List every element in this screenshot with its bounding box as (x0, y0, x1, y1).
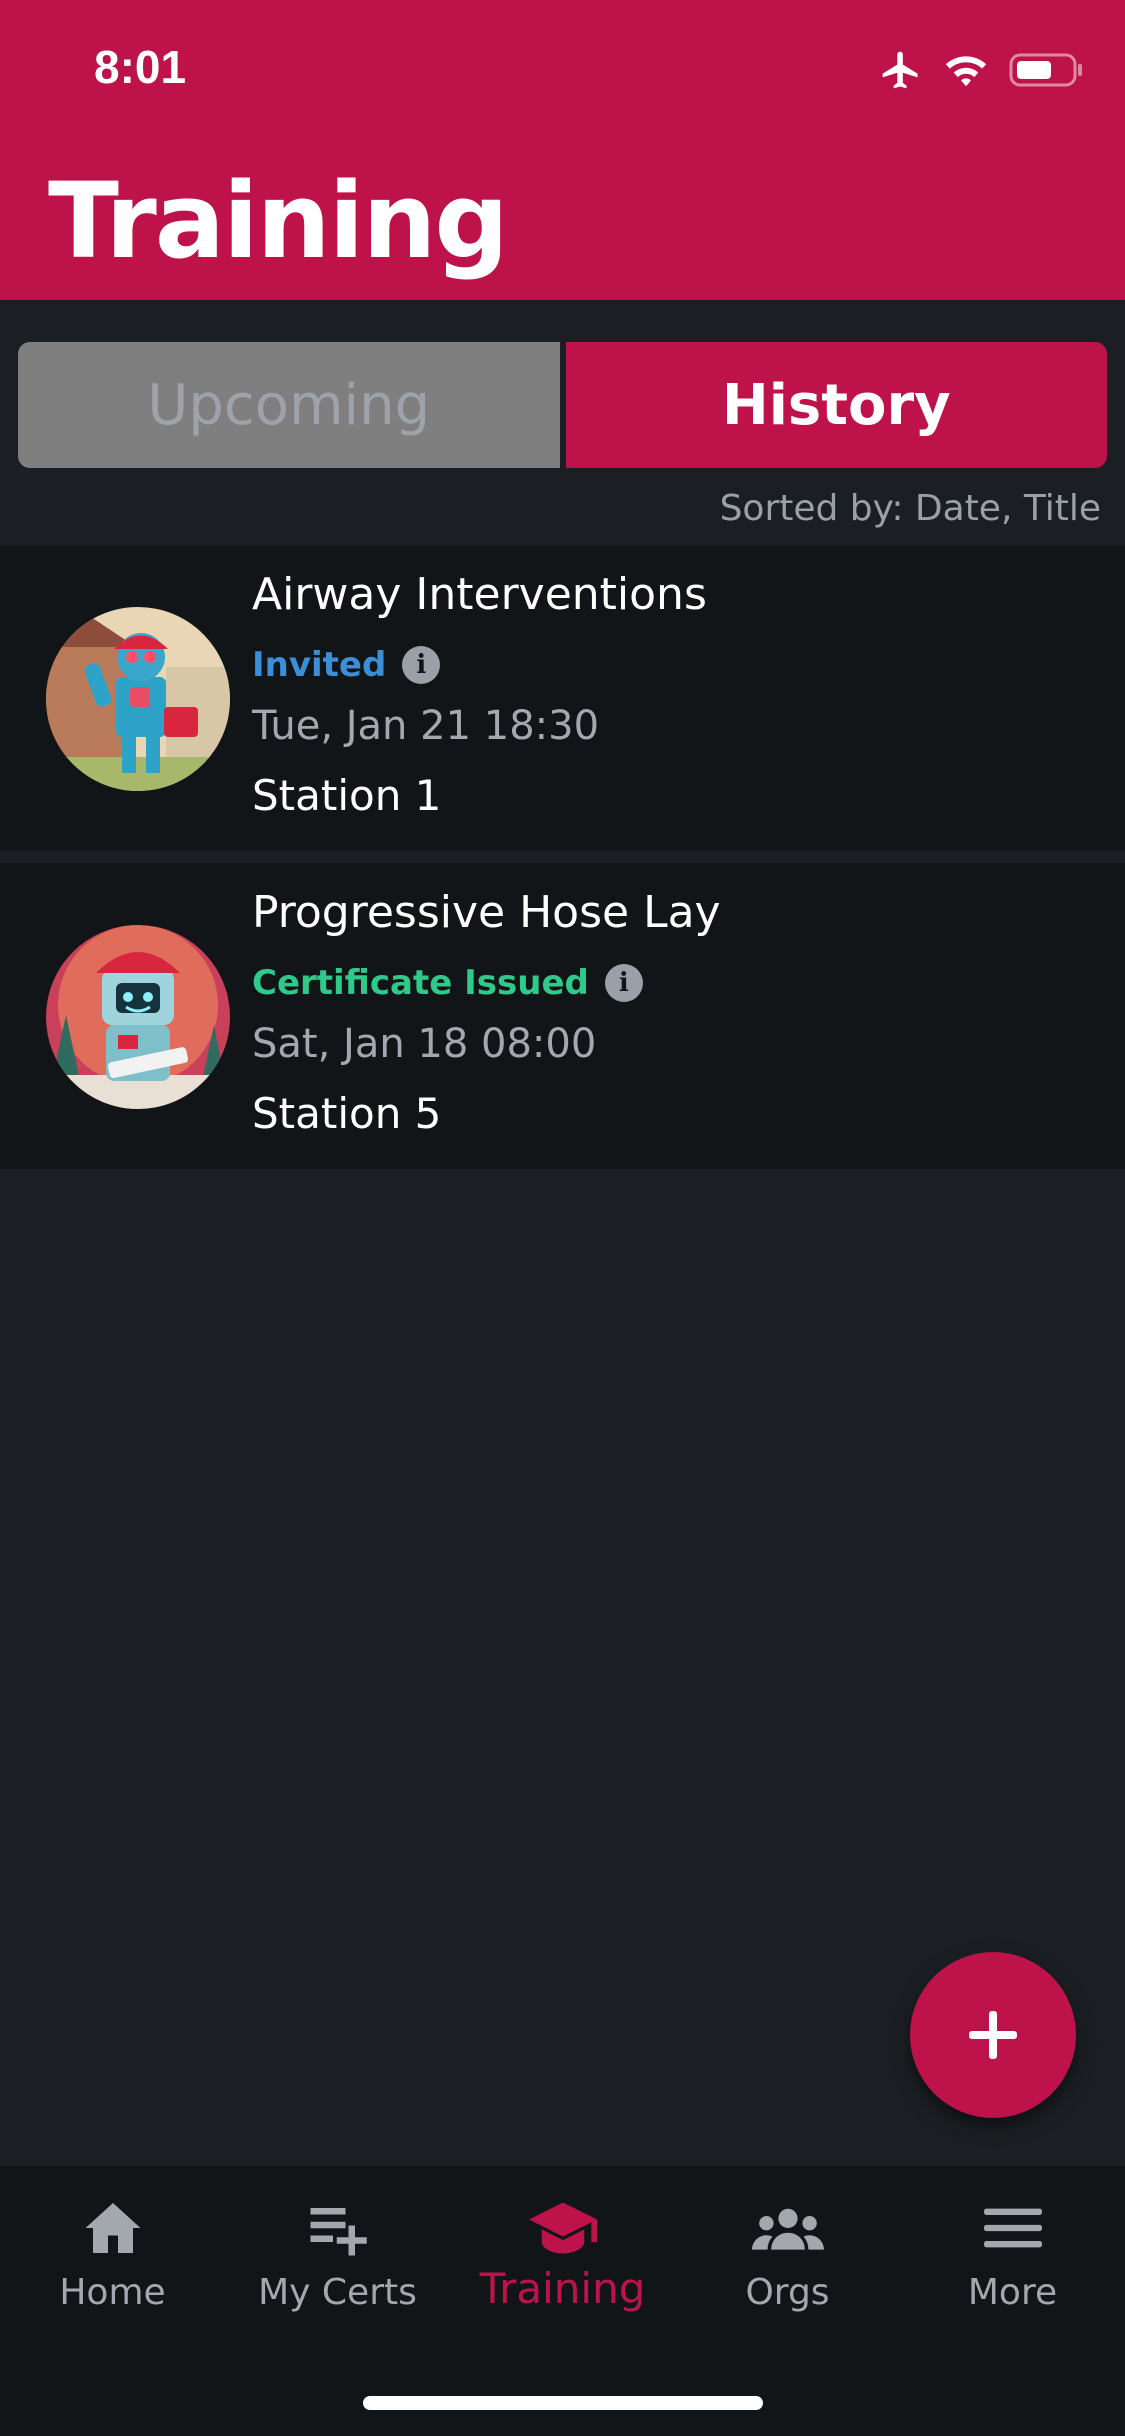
robot-paramedic-avatar (46, 607, 230, 791)
tab-upcoming[interactable]: Upcoming (18, 342, 560, 468)
wifi-icon (945, 56, 987, 87)
plus-icon (969, 2011, 1017, 2059)
header: 8:01 Training (0, 0, 1125, 300)
tab-label: Home (59, 2272, 166, 2313)
airplane-icon (882, 51, 918, 89)
playlist-add-icon (310, 2208, 367, 2256)
status-badge: Invited (252, 645, 387, 685)
training-title: Progressive Hose Lay (252, 887, 721, 938)
training-location: Station 1 (252, 771, 442, 820)
training-title: Airway Interventions (252, 569, 707, 620)
group-icon (751, 2208, 824, 2250)
status-row: Invited i (252, 645, 441, 685)
training-date: Sat, Jan 18 08:00 (252, 1021, 597, 1067)
tab-label: My Certs (258, 2272, 417, 2313)
status-time: 8:01 (94, 41, 187, 93)
home-indicator[interactable] (363, 2396, 763, 2410)
info-icon[interactable]: i (604, 964, 643, 1002)
training-location: Station 5 (252, 1089, 442, 1138)
tab-label: Orgs (745, 2272, 830, 2313)
status-row: Certificate Issued i (252, 963, 643, 1003)
battery-icon (1009, 53, 1082, 87)
list-item[interactable]: Progressive Hose Lay Certificate Issued … (0, 863, 1125, 1169)
status-icons (879, 48, 1083, 92)
robot-firefighter-avatar (46, 925, 230, 1109)
training-list: Airway Interventions Invited i Tue, Jan … (0, 545, 1125, 1181)
graduation-cap-icon (528, 2202, 597, 2254)
training-date: Tue, Jan 21 18:30 (252, 703, 600, 749)
tab-more[interactable]: More (900, 2166, 1125, 2436)
menu-icon (983, 2208, 1042, 2248)
tab-label: Training (479, 2264, 646, 2313)
tab-history[interactable]: History (565, 342, 1107, 468)
segment-control: Upcoming History (18, 342, 1107, 468)
add-training-button[interactable] (910, 1952, 1076, 2118)
status-badge: Certificate Issued (252, 963, 589, 1003)
info-icon[interactable]: i (402, 646, 441, 684)
page-title: Training (48, 160, 509, 282)
home-icon (85, 2203, 140, 2253)
sort-label[interactable]: Sorted by: Date, Title (720, 488, 1101, 529)
tab-label: More (967, 2272, 1058, 2313)
list-item[interactable]: Airway Interventions Invited i Tue, Jan … (0, 545, 1125, 851)
tab-home[interactable]: Home (0, 2166, 225, 2436)
